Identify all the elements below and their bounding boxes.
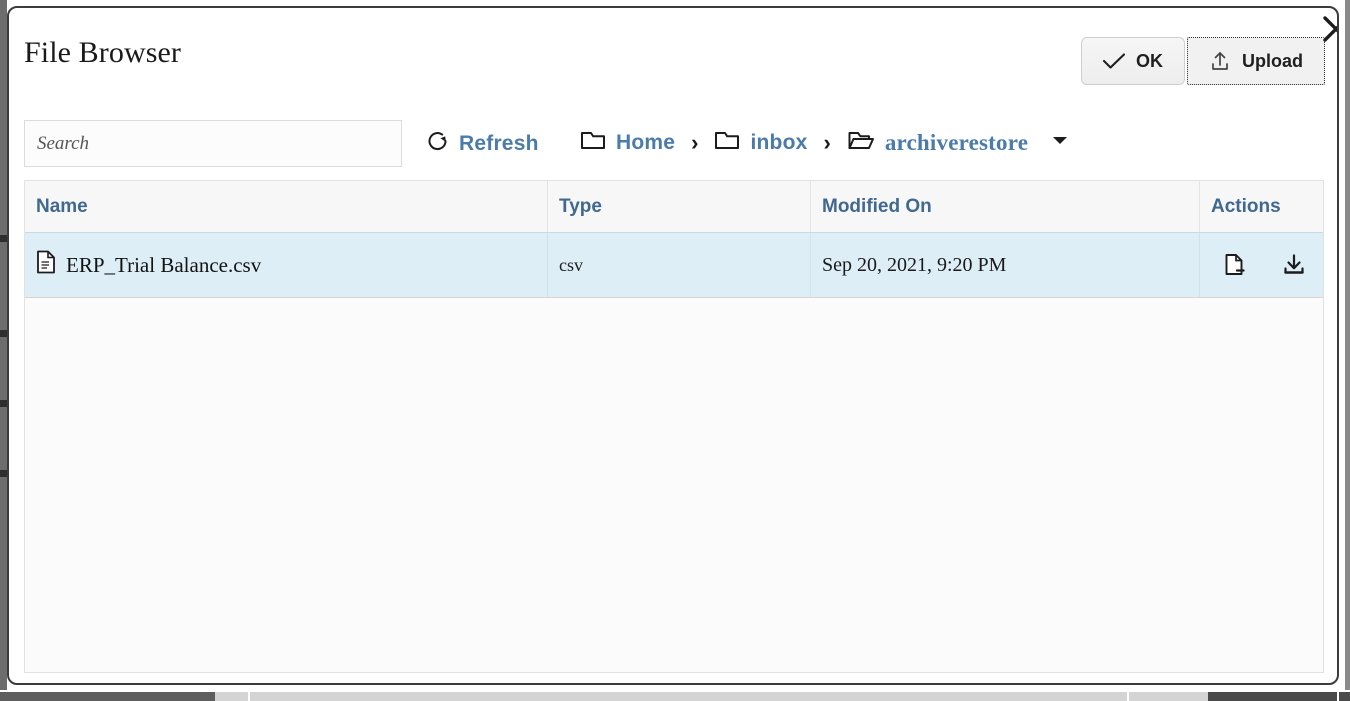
upload-button[interactable]: Upload (1187, 37, 1325, 85)
cell-type: csv (548, 233, 811, 297)
column-header-modified[interactable]: Modified On (811, 181, 1200, 232)
upload-button-label: Upload (1242, 51, 1303, 72)
breadcrumb-item-archiverestore[interactable]: archiverestore (847, 129, 1070, 156)
horizontal-scrollbar[interactable] (0, 690, 1350, 701)
column-header-name[interactable]: Name (25, 181, 548, 232)
table-row[interactable]: ERP_Trial Balance.csv csv Sep 20, 2021, … (25, 233, 1323, 298)
ok-button[interactable]: OK (1081, 37, 1185, 85)
breadcrumb-item-label: Home (616, 131, 675, 155)
refresh-icon (426, 129, 450, 158)
file-remove-icon[interactable] (1224, 253, 1246, 277)
file-modified-label: Sep 20, 2021, 9:20 PM (822, 254, 1006, 277)
cell-name: ERP_Trial Balance.csv (25, 233, 548, 297)
breadcrumb-separator: › (691, 132, 698, 154)
breadcrumb-item-inbox[interactable]: inbox (714, 129, 807, 156)
ok-button-label: OK (1136, 51, 1163, 72)
folder-icon (580, 129, 606, 156)
page-left-edge (0, 0, 7, 690)
folder-icon (714, 129, 740, 156)
file-icon (36, 250, 56, 280)
check-icon (1103, 53, 1125, 69)
table-body: ERP_Trial Balance.csv csv Sep 20, 2021, … (25, 233, 1323, 673)
breadcrumb: Home › inbox › (580, 129, 1070, 156)
close-button[interactable] (1319, 12, 1339, 46)
page-title: File Browser (24, 36, 181, 70)
file-type-label: csv (559, 255, 583, 276)
dialog-header-actions: OK Upload (1081, 37, 1325, 85)
breadcrumb-item-label: archiverestore (885, 130, 1028, 156)
chevron-down-icon[interactable] (1050, 133, 1070, 152)
folder-open-icon (847, 129, 875, 156)
column-header-type[interactable]: Type (548, 181, 811, 232)
breadcrumb-item-home[interactable]: Home (580, 129, 675, 156)
close-icon (1321, 14, 1339, 44)
upload-icon (1209, 50, 1231, 72)
cell-modified: Sep 20, 2021, 9:20 PM (811, 233, 1200, 297)
file-table: Name Type Modified On Actions (24, 180, 1324, 673)
scrollbar-thumb-right[interactable] (1208, 692, 1350, 701)
scrollbar-thumb[interactable] (0, 692, 215, 701)
file-name-label: ERP_Trial Balance.csv (66, 253, 261, 278)
refresh-button[interactable]: Refresh (426, 129, 539, 158)
toolbar: Refresh Home › (9, 104, 1337, 180)
table-header-row: Name Type Modified On Actions (25, 181, 1323, 233)
column-header-actions: Actions (1200, 181, 1323, 232)
cell-actions (1200, 233, 1323, 297)
refresh-label: Refresh (459, 132, 539, 156)
file-browser-dialog: File Browser OK (7, 6, 1339, 685)
download-icon[interactable] (1282, 253, 1306, 277)
screen: File Browser OK (0, 0, 1350, 701)
search-input[interactable] (24, 120, 402, 167)
page-right-edge (1345, 0, 1350, 690)
breadcrumb-item-label: inbox (750, 131, 807, 155)
dialog-header: File Browser OK (9, 8, 1337, 104)
breadcrumb-separator: › (823, 132, 830, 154)
